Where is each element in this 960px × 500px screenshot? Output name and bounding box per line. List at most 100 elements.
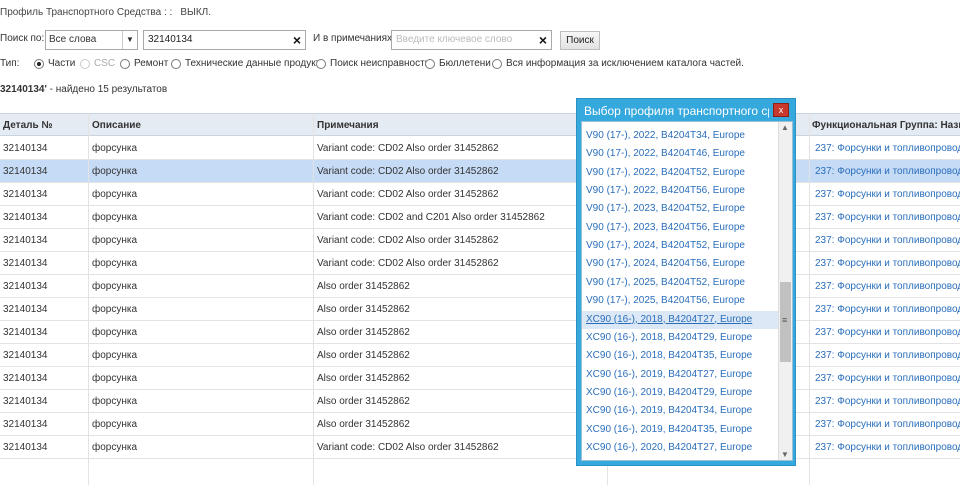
cell-function-group[interactable]: 237: Форсунки и топливопроводы (815, 419, 960, 430)
notes-keyword-input[interactable]: Введите ключевое слово × (391, 30, 552, 50)
cell-notes: Also order 31452862 (317, 281, 410, 292)
column-divider (88, 113, 89, 485)
cell-notes: Variant code: CD02 Also order 31452862 (317, 143, 499, 154)
radio-tech-data[interactable] (171, 59, 181, 69)
cell-notes: Also order 31452862 (317, 327, 410, 338)
table-row[interactable]: 32140134 форсунка Also order 31452862 237: … (0, 321, 960, 344)
cell-function-group[interactable]: 237: Форсунки и топливопроводы (815, 304, 960, 315)
cell-function-group[interactable]: 237: Форсунки и топливопроводы (815, 442, 960, 453)
vehicle-profile-option[interactable]: V90 (17-), 2025, B4204T52, Europe (586, 277, 745, 288)
table-row[interactable]: 32140134 форсунка Also order 31452862 237: … (0, 275, 960, 298)
radio-parts-label[interactable]: Части (48, 58, 75, 69)
cell-part-no: 32140134 (3, 166, 48, 177)
cell-part-no: 32140134 (3, 212, 48, 223)
vehicle-profile-option[interactable]: V90 (17-), 2025, B4204T56, Europe (586, 295, 745, 306)
radio-repair-label[interactable]: Ремонт (134, 58, 168, 69)
close-icon[interactable]: x (773, 103, 789, 117)
vehicle-profile-option[interactable]: V90 (17-), 2022, B4204T46, Europe (586, 148, 745, 159)
radio-all-info-label[interactable]: Вся информация за исключением каталога ч… (506, 58, 744, 69)
table-row[interactable]: 32140134 форсунка Variant code: CD02 Also … (0, 252, 960, 275)
vehicle-profile-option[interactable]: V90 (17-), 2022, B4204T34, Europe (586, 130, 745, 141)
col-header-notes[interactable]: Примечания (317, 120, 379, 131)
col-header-part-no[interactable]: Деталь № (3, 120, 53, 131)
vehicle-profile-option[interactable]: V90 (17-), 2023, B4204T52, Europe (586, 203, 745, 214)
vehicle-profile-option[interactable]: XC90 (16-), 2019, B4204T29, Europe (586, 387, 752, 398)
cell-notes: Variant code: CD02 and C201 Also order 3… (317, 212, 545, 223)
vehicle-profile-option[interactable]: XC90 (16-), 2018, B4204T27, Europe (586, 314, 752, 325)
cell-function-group[interactable]: 237: Форсунки и топливопроводы (815, 350, 960, 361)
vehicle-profile-popup: Выбор профиля транспортного сре... x V90… (576, 98, 796, 466)
cell-function-group[interactable]: 237: Форсунки и топливопроводы (815, 258, 960, 269)
popup-scrollbar[interactable]: ▲ ▼ (778, 122, 792, 460)
cell-description: форсунка (92, 143, 138, 154)
radio-parts[interactable] (34, 59, 44, 69)
table-row[interactable]: 32140134 форсунка Variant code: CD02 Also … (0, 436, 960, 459)
vehicle-profile-status: Профиль Транспортного Средства : : ВЫКЛ. (0, 7, 211, 18)
table-row[interactable]: 32140134 форсунка Also order 31452862 237: … (0, 413, 960, 436)
cell-description: форсунка (92, 350, 138, 361)
cell-part-no: 32140134 (3, 281, 48, 292)
cell-function-group[interactable]: 237: Форсунки и топливопроводы (815, 281, 960, 292)
radio-troubleshooting[interactable] (316, 59, 326, 69)
vehicle-profile-option[interactable]: XC90 (16-), 2018, B4204T29, Europe (586, 332, 752, 343)
scroll-down-arrow-icon[interactable]: ▼ (781, 450, 789, 459)
vehicle-profile-option[interactable]: XC90 (16-), 2020, B4204T27, Europe (586, 442, 752, 453)
cell-notes: Also order 31452862 (317, 350, 410, 361)
vehicle-profile-option[interactable]: V90 (17-), 2022, B4204T52, Europe (586, 167, 745, 178)
cell-function-group[interactable]: 237: Форсунки и топливопроводы (815, 189, 960, 200)
radio-repair[interactable] (120, 59, 130, 69)
vehicle-profile-option[interactable]: V90 (17-), 2023, B4204T56, Europe (586, 222, 745, 233)
cell-description: форсунка (92, 304, 138, 315)
vehicle-profile-option[interactable]: V90 (17-), 2022, B4204T56, Europe (586, 185, 745, 196)
cell-description: форсунка (92, 419, 138, 430)
chevron-down-icon[interactable]: ▼ (122, 31, 137, 49)
radio-csc (80, 59, 90, 69)
cell-function-group[interactable]: 237: Форсунки и топливопроводы (815, 143, 960, 154)
radio-bulletins[interactable] (425, 59, 435, 69)
search-input[interactable]: 32140134 × (143, 30, 306, 50)
vehicle-profile-list[interactable]: V90 (17-), 2022, B4204T34, Europe V90 (17… (581, 121, 793, 461)
cell-function-group[interactable]: 237: Форсунки и топливопроводы (815, 396, 960, 407)
clear-notes-icon[interactable]: × (539, 32, 547, 48)
table-row[interactable]: 32140134 форсунка Variant code: CD02 and C… (0, 206, 960, 229)
col-header-function-group[interactable]: Функциональная Группа: Названи (812, 120, 960, 131)
table-row[interactable]: 32140134 форсунка Also order 31452862 237: … (0, 298, 960, 321)
table-row[interactable]: 32140134 форсунка Variant code: CD02 Also … (0, 137, 960, 160)
table-row[interactable]: 32140134 форсунка Also order 31452862 237: … (0, 344, 960, 367)
table-row[interactable]: 32140134 форсунка Variant code: CD02 Also … (0, 183, 960, 206)
col-header-description[interactable]: Описание (92, 120, 141, 131)
cell-function-group[interactable]: 237: Форсунки и топливопроводы (815, 166, 960, 177)
type-filter: Тип: Части CSC Ремонт Технические данные… (0, 58, 960, 72)
radio-bulletins-label[interactable]: Бюллетени (439, 58, 491, 69)
vehicle-profile-option[interactable]: XC90 (16-), 2018, B4204T35, Europe (586, 350, 752, 361)
cell-function-group[interactable]: 237: Форсунки и топливопроводы (815, 235, 960, 246)
cell-function-group[interactable]: 237: Форсунки и топливопроводы (815, 212, 960, 223)
vehicle-profile-option[interactable]: XC90 (16-), 2019, B4204T27, Europe (586, 369, 752, 380)
search-button[interactable]: Поиск (560, 31, 600, 50)
cell-notes: Also order 31452862 (317, 396, 410, 407)
scrollbar-thumb[interactable] (780, 282, 791, 362)
clear-search-icon[interactable]: × (293, 32, 301, 48)
results-count: - найдено 15 результатов (49, 84, 168, 95)
vehicle-profile-option[interactable]: XC90 (16-), 2019, B4204T35, Europe (586, 424, 752, 435)
radio-troubleshooting-label[interactable]: Поиск неисправности (330, 58, 430, 69)
table-row[interactable]: 32140134 форсунка Variant code: CD02 Also … (0, 229, 960, 252)
cell-description: форсунка (92, 166, 138, 177)
radio-tech-data-label[interactable]: Технические данные продукта (185, 58, 326, 69)
cell-function-group[interactable]: 237: Форсунки и топливопроводы (815, 327, 960, 338)
table-row[interactable]: 32140134 форсунка Variant code: CD02 Also … (0, 160, 960, 183)
notes-label: И в примечаниях: (313, 33, 395, 44)
scroll-up-arrow-icon[interactable]: ▲ (781, 123, 789, 132)
table-row[interactable]: 32140134 форсунка Also order 31452862 237: … (0, 390, 960, 413)
vehicle-profile-label: Профиль Транспортного Средства : : (0, 7, 173, 18)
cell-description: форсунка (92, 258, 138, 269)
vehicle-profile-option[interactable]: V90 (17-), 2024, B4204T52, Europe (586, 240, 745, 251)
vehicle-profile-option[interactable]: XC90 (16-), 2019, B4204T34, Europe (586, 405, 752, 416)
search-by-label: Поиск по: (0, 33, 45, 44)
search-mode-select[interactable]: Все слова ▼ (45, 30, 138, 50)
cell-function-group[interactable]: 237: Форсунки и топливопроводы (815, 373, 960, 384)
radio-csc-label: CSC (94, 58, 116, 69)
radio-all-info[interactable] (492, 59, 502, 69)
vehicle-profile-option[interactable]: V90 (17-), 2024, B4204T56, Europe (586, 258, 745, 269)
table-row[interactable]: 32140134 форсунка Also order 31452862 237: … (0, 367, 960, 390)
